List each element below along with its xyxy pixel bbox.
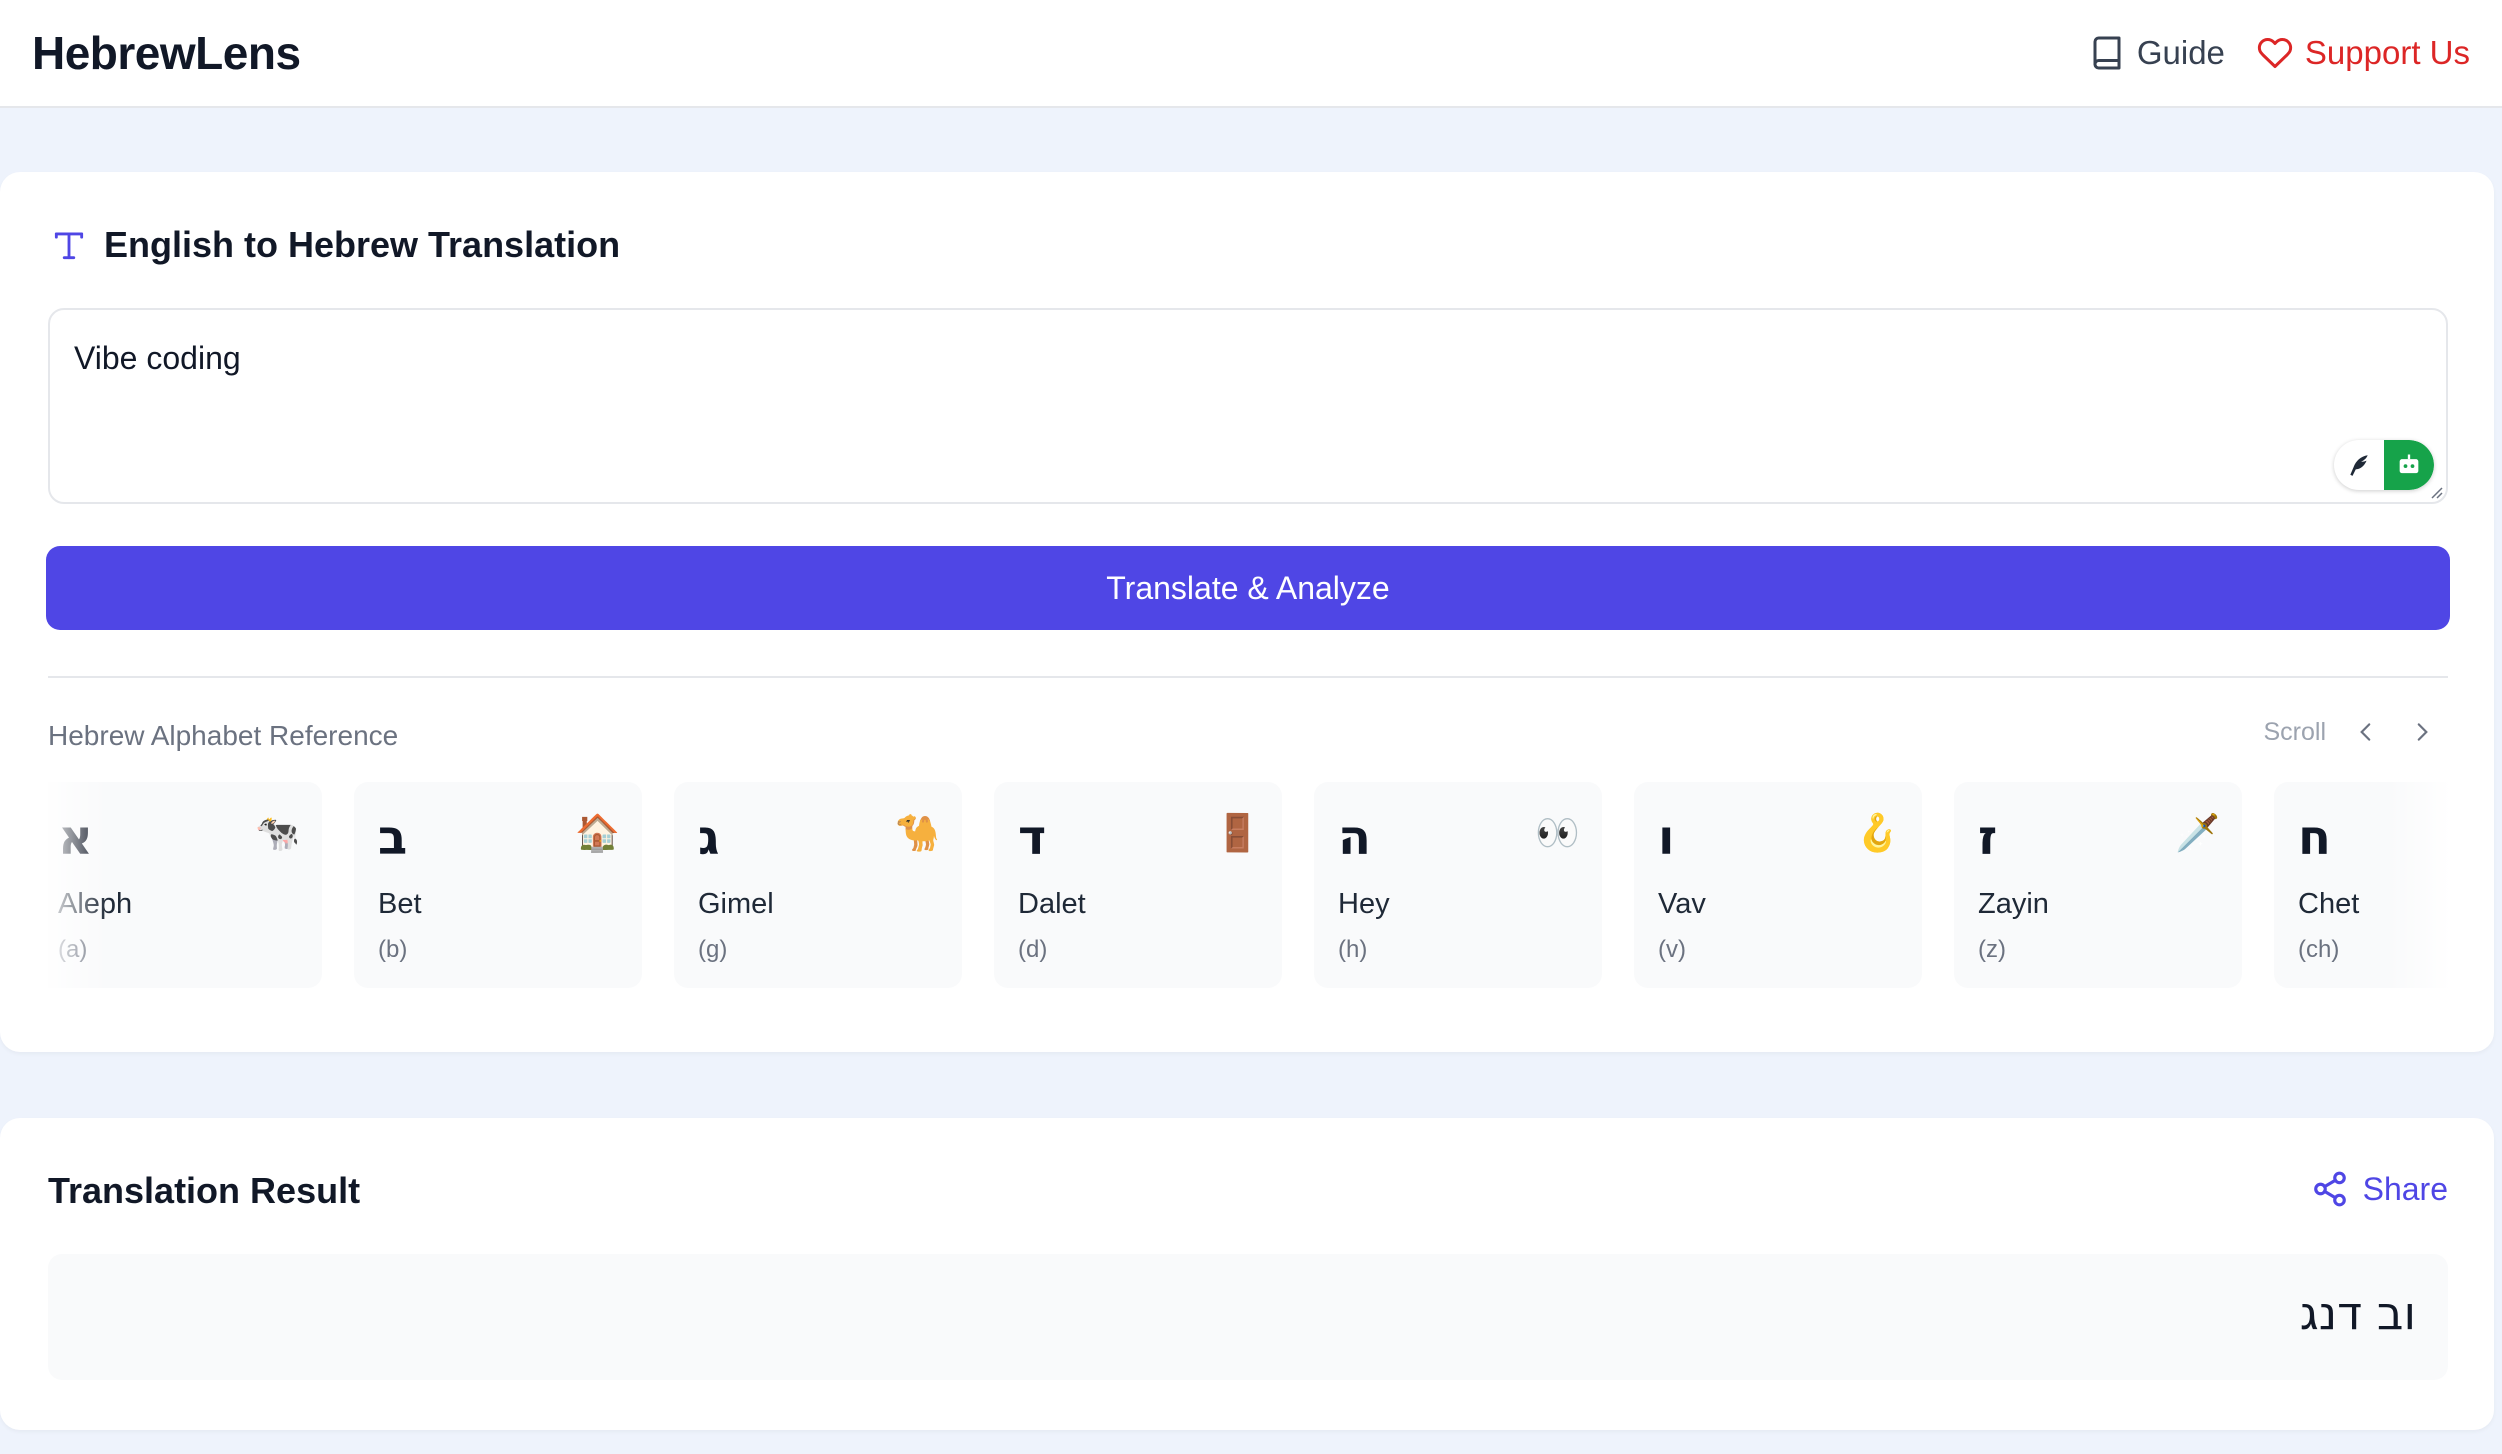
letter-sound: (g) [698, 936, 728, 963]
bot-tool-button[interactable] [2384, 440, 2434, 490]
result-box: וב דנג [48, 1254, 2448, 1380]
letter-emoji-icon: 🗡️ [2175, 813, 2220, 854]
alphabet-scroller[interactable]: א🐄Aleph(a)ב🏠Bet(b)ג🐪Gimel(g)ד🚪Dalet(d)ה👀… [48, 782, 2448, 988]
letter-card-dalet[interactable]: ד 🚪 Dalet (d) [994, 782, 1282, 988]
letter-name: Bet [378, 888, 422, 920]
letter-sound: (z) [1978, 936, 2006, 963]
letter-name: Dalet [1018, 888, 1086, 920]
letter-sound: (v) [1658, 936, 1686, 963]
app-logo[interactable]: HebrewLens [32, 26, 301, 80]
quill-tool-button[interactable] [2334, 440, 2384, 490]
letter-card-zayin[interactable]: ז 🗡️ Zayin (z) [1954, 782, 2242, 988]
scroll-left-button[interactable] [2350, 716, 2382, 748]
english-input-value: Vibe coding [74, 340, 241, 376]
letter-glyph: ו [1658, 810, 1675, 866]
robot-icon [2399, 454, 2419, 474]
letter-glyph: ח [2298, 810, 2331, 866]
letter-emoji-icon: 🐪 [895, 813, 940, 854]
translation-title: English to Hebrew Translation [104, 224, 621, 265]
heart-icon [2257, 37, 2293, 68]
letter-name: Vav [1658, 888, 1706, 920]
book-icon [2093, 36, 2121, 70]
scroll-fade-left [48, 782, 108, 988]
letter-name: Chet [2298, 888, 2360, 920]
feather-icon [2350, 455, 2368, 476]
letter-sound: (h) [1338, 936, 1368, 963]
scroll-right-button[interactable] [2406, 716, 2438, 748]
letter-emoji-icon: 👀 [1535, 813, 1580, 854]
letter-emoji-icon: 🚪 [1215, 813, 1260, 854]
scroll-fade-right [2388, 782, 2448, 988]
share-icon [2313, 1171, 2346, 1207]
letter-glyph: ג [698, 810, 720, 866]
input-assist-tools [2334, 440, 2434, 490]
english-input[interactable]: Vibe coding [48, 308, 2448, 504]
letter-glyph: ד [1018, 810, 1047, 866]
top-nav: Guide Support Us [2089, 34, 2470, 72]
letter-card-gimel[interactable]: ג 🐪 Gimel (g) [674, 782, 962, 988]
text-type-icon [54, 232, 84, 260]
translation-section-title: English to Hebrew Translation [50, 224, 620, 266]
section-divider [48, 676, 2448, 678]
share-label: Share [2362, 1170, 2448, 1207]
chevron-left-icon [2360, 723, 2371, 741]
translate-analyze-button[interactable]: Translate & Analyze [46, 546, 2450, 630]
letter-emoji-icon: 🪝 [1855, 813, 1900, 854]
support-label: Support Us [2304, 34, 2470, 71]
hebrew-result-text: וב דנג [2299, 1286, 2416, 1340]
top-header: HebrewLens Guide Support Us [0, 0, 2502, 108]
letter-sound: (b) [378, 936, 408, 963]
resize-handle-icon[interactable] [2429, 485, 2443, 499]
letter-sound: (ch) [2298, 936, 2340, 963]
letter-sound: (d) [1018, 936, 1048, 963]
letter-glyph: ה [1338, 810, 1371, 866]
guide-label: Guide [2136, 34, 2225, 71]
letter-card-vav[interactable]: ו 🪝 Vav (v) [1634, 782, 1922, 988]
letter-emoji-icon: 🏠 [575, 813, 620, 854]
result-title: Translation Result [48, 1170, 361, 1211]
alphabet-reference-label: Hebrew Alphabet Reference [48, 720, 399, 751]
chevron-right-icon [2417, 723, 2428, 741]
letter-name: Zayin [1978, 888, 2049, 920]
letter-name: Hey [1338, 888, 1390, 920]
letter-card-hey[interactable]: ה 👀 Hey (h) [1314, 782, 1602, 988]
support-link[interactable]: Support Us [2257, 34, 2470, 72]
letter-card-bet[interactable]: ב 🏠 Bet (b) [354, 782, 642, 988]
scroll-label: Scroll [2263, 717, 2326, 746]
letter-name: Gimel [698, 888, 774, 920]
letter-emoji-icon: 🐄 [255, 813, 300, 854]
letter-glyph: ב [378, 810, 408, 866]
share-button[interactable]: Share [2311, 1170, 2448, 1208]
letter-glyph: ז [1978, 810, 1998, 866]
guide-link[interactable]: Guide [2089, 34, 2225, 72]
alphabet-scroll-controls: Scroll [2263, 716, 2438, 748]
